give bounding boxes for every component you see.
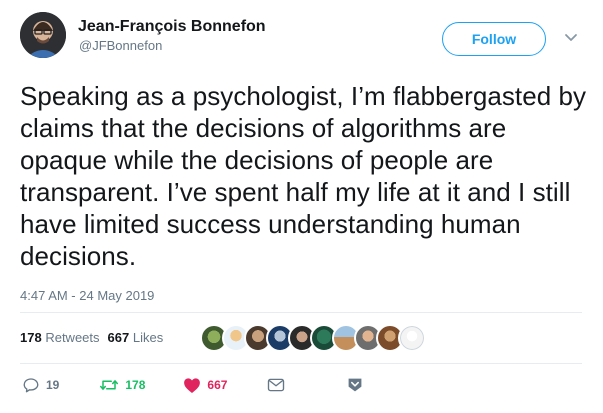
retweets-label: Retweets [45,330,100,345]
like-button[interactable]: 667 [183,377,227,394]
retweets-count: 178 [20,330,42,345]
profile-photo [20,12,66,58]
tweet-stats: 178 Retweets 667 Likes [20,330,163,345]
retweet-count: 178 [125,378,146,392]
retweet-icon [100,380,119,390]
tweet-timestamp[interactable]: 4:47 AM - 24 May 2019 [20,288,154,303]
share-button[interactable] [347,377,363,393]
retweet-button[interactable]: 178 [99,376,145,394]
retweets-stat[interactable]: 178 Retweets [20,330,100,345]
user-handle[interactable]: @JFBonnefon [79,38,162,53]
direct-message-button[interactable] [267,377,285,393]
likes-stat[interactable]: 667 Likes [108,330,164,345]
likes-count: 667 [107,330,130,345]
likes-label: Likes [132,330,164,345]
message-icon [268,378,285,392]
chevron-down-icon[interactable] [564,33,578,43]
liker-avatar[interactable] [398,324,426,352]
like-count: 667 [207,378,228,392]
divider [20,363,582,364]
reply-icon [23,378,39,393]
display-name[interactable]: Jean-François Bonnefon [78,18,266,36]
bookmark-icon [349,378,362,392]
follow-button[interactable]: Follow [442,22,546,56]
avatar[interactable] [20,12,66,58]
heart-icon [184,377,201,393]
reply-count: 19 [46,378,60,392]
divider [20,312,582,313]
tweet-actions: 19 178 667 [20,373,363,397]
reply-button[interactable]: 19 [22,376,59,394]
tweet-card: Jean-François Bonnefon @JFBonnefon Follo… [0,0,603,413]
liker-avatars [200,322,426,354]
tweet-text: Speaking as a psychologist, I’m flabberg… [20,81,587,271]
